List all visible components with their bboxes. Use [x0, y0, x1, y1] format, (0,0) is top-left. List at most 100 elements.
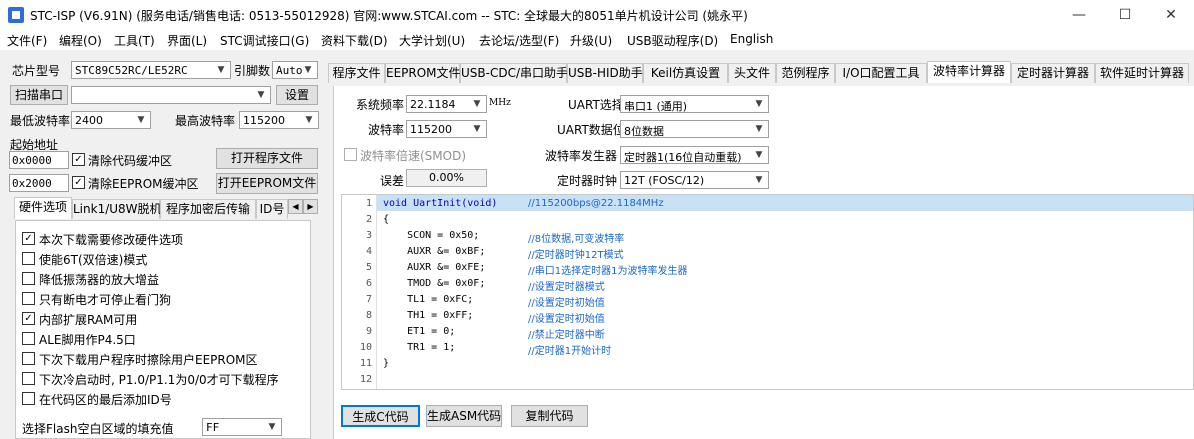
- option-checkbox[interactable]: [22, 392, 35, 405]
- line-number: 1: [365, 198, 372, 209]
- menu-download[interactable]: 资料下载(D): [321, 32, 388, 49]
- baud-rate-value: 115200: [410, 123, 452, 136]
- code-text: TH1 = 0xFF;: [383, 310, 474, 321]
- option-checkbox[interactable]: [22, 272, 35, 285]
- option-label: 降低振荡器的放大增益: [39, 273, 160, 287]
- generate-asm-code-button[interactable]: 生成ASM代码: [426, 405, 502, 427]
- line-number: 12: [359, 374, 372, 385]
- system-freq-label: 系统频率: [356, 98, 405, 112]
- tab-header-file[interactable]: 头文件: [728, 63, 776, 83]
- clear-code-checkbox[interactable]: ✓: [72, 153, 85, 166]
- timer-clock-select[interactable]: 12T (FOSC/12) ▼: [620, 171, 769, 189]
- uart-select[interactable]: 串口1 (通用) ▼: [620, 95, 769, 113]
- baud-rate-select[interactable]: 115200 ▼: [406, 120, 487, 138]
- baud-generator-select[interactable]: 定时器1(16位自动重载) ▼: [620, 146, 769, 164]
- option-checkbox[interactable]: ✓: [22, 232, 35, 245]
- tab-usb-hid[interactable]: USB-HID助手: [567, 63, 643, 83]
- tab-usb-cdc[interactable]: USB-CDC/串口助手: [460, 63, 568, 83]
- chip-model-select[interactable]: STC89C52RC/LE52RC ▼: [71, 61, 231, 79]
- min-baud-label: 最低波特率: [10, 114, 71, 128]
- generate-c-code-button[interactable]: 生成C代码: [341, 405, 420, 427]
- option-label: 在代码区的最后添加ID号: [39, 393, 172, 407]
- pin-count-select[interactable]: Auto ▼: [272, 61, 318, 79]
- line-number: 9: [365, 326, 372, 337]
- uart-databits-label: UART数据位: [557, 123, 625, 137]
- open-eeprom-file-button[interactable]: 打开EEPROM文件: [216, 173, 318, 194]
- clear-eeprom-label: 清除EEPROM缓冲区: [88, 177, 199, 191]
- tab-timer-calculator[interactable]: 定时器计算器: [1011, 63, 1095, 83]
- hardware-options-panel: ✓ 本次下载需要修改硬件选项 使能6T(双倍速)模式 降低振荡器的放大增益 只有…: [15, 220, 311, 439]
- tab-link1-offline[interactable]: Link1/U8W脱机: [72, 199, 162, 219]
- menu-university[interactable]: 大学计划(U): [399, 32, 465, 49]
- menu-forum[interactable]: 去论坛/选型(F): [479, 32, 559, 49]
- option-checkbox[interactable]: ✓: [22, 312, 35, 325]
- open-program-file-button[interactable]: 打开程序文件: [216, 148, 318, 169]
- copy-code-button[interactable]: 复制代码: [511, 405, 588, 427]
- option-checkbox[interactable]: [22, 352, 35, 365]
- tab-keil-sim[interactable]: Keil仿真设置: [643, 63, 728, 83]
- pin-count-value: Auto: [276, 64, 303, 77]
- check-icon: ✓: [74, 177, 83, 188]
- minimize-button[interactable]: —: [1056, 0, 1102, 30]
- tab-hardware-options[interactable]: 硬件选项: [14, 197, 72, 219]
- eeprom-address-value: 0x2000: [12, 177, 52, 190]
- option-label: 使能6T(双倍速)模式: [39, 253, 148, 267]
- clear-eeprom-checkbox[interactable]: ✓: [72, 176, 85, 189]
- uart-select-value: 串口1 (通用): [624, 100, 688, 113]
- tab-delay-calculator[interactable]: 软件延时计算器: [1095, 63, 1189, 83]
- tab-encrypted-transfer[interactable]: 程序加密后传输: [160, 199, 256, 219]
- fill-value-select[interactable]: FF ▼: [202, 418, 282, 436]
- option-checkbox[interactable]: [22, 292, 35, 305]
- menu-tools[interactable]: 工具(T): [114, 32, 155, 49]
- smod-checkbox[interactable]: [344, 148, 357, 161]
- scan-port-button[interactable]: 扫描串口: [10, 85, 68, 105]
- option-checkbox[interactable]: [22, 372, 35, 385]
- close-button[interactable]: ✕: [1148, 0, 1194, 30]
- chevron-down-icon: ▼: [755, 99, 763, 109]
- chevron-down-icon: ▼: [268, 422, 276, 432]
- menu-debug[interactable]: STC调试接口(G): [220, 32, 309, 49]
- tab-eeprom-file[interactable]: EEPROM文件: [385, 63, 461, 83]
- code-comment: //115200bps@22.1184MHz: [528, 198, 664, 209]
- code-comment: //设置定时初始值: [528, 314, 605, 325]
- tab-program-file[interactable]: 程序文件: [328, 63, 385, 83]
- option-label: 下次下载用户程序时擦除用户EEPROM区: [39, 353, 258, 367]
- code-address-value: 0x0000: [12, 154, 52, 167]
- code-comment: //设置定时器模式: [528, 282, 605, 293]
- baud-rate-label: 波特率: [368, 123, 405, 137]
- port-select[interactable]: ▼: [71, 86, 271, 104]
- menu-file[interactable]: 文件(F): [7, 32, 47, 49]
- option-checkbox[interactable]: [22, 252, 35, 265]
- menu-usb-driver[interactable]: USB驱动程序(D): [627, 32, 718, 49]
- uart-databits-select[interactable]: 8位数据 ▼: [620, 120, 769, 138]
- menu-ui[interactable]: 界面(L): [167, 32, 207, 49]
- min-baud-select[interactable]: 2400 ▼: [71, 111, 151, 129]
- settings-button[interactable]: 设置: [276, 85, 318, 105]
- baud-generator-label: 波特率发生器: [545, 149, 618, 163]
- line-number: 2: [365, 214, 372, 225]
- code-text: TR1 = 1;: [383, 342, 456, 353]
- eeprom-address-input[interactable]: 0x2000: [9, 174, 69, 192]
- chevron-down-icon: ▼: [305, 115, 313, 125]
- maximize-button[interactable]: ☐: [1102, 0, 1148, 30]
- scroll-left-icon[interactable]: ◀: [288, 199, 303, 214]
- tab-id-number[interactable]: ID号: [256, 199, 288, 219]
- code-editor[interactable]: 1 void UartInit(void) //115200bps@22.118…: [341, 194, 1194, 390]
- menu-upgrade[interactable]: 升级(U): [570, 32, 612, 49]
- max-baud-value: 115200: [243, 114, 285, 127]
- tab-examples[interactable]: 范例程序: [776, 63, 835, 83]
- system-freq-select[interactable]: 22.1184 ▼: [406, 95, 487, 113]
- max-baud-select[interactable]: 115200 ▼: [239, 111, 319, 129]
- menu-program[interactable]: 编程(O): [59, 32, 102, 49]
- pin-count-label: 引脚数: [234, 64, 271, 78]
- tab-io-config[interactable]: I/O口配置工具: [835, 63, 927, 83]
- scroll-right-icon[interactable]: ▶: [303, 199, 318, 214]
- code-address-input[interactable]: 0x0000: [9, 151, 69, 169]
- system-freq-value: 22.1184: [410, 98, 456, 111]
- line-number: 7: [365, 294, 372, 305]
- title-bar: STC-ISP (V6.91N) (服务电话/销售电话: 0513-550129…: [0, 0, 1194, 30]
- option-checkbox[interactable]: [22, 332, 35, 345]
- min-baud-value: 2400: [75, 114, 103, 127]
- menu-english[interactable]: English: [730, 32, 773, 46]
- tab-baud-calculator[interactable]: 波特率计算器: [927, 61, 1011, 83]
